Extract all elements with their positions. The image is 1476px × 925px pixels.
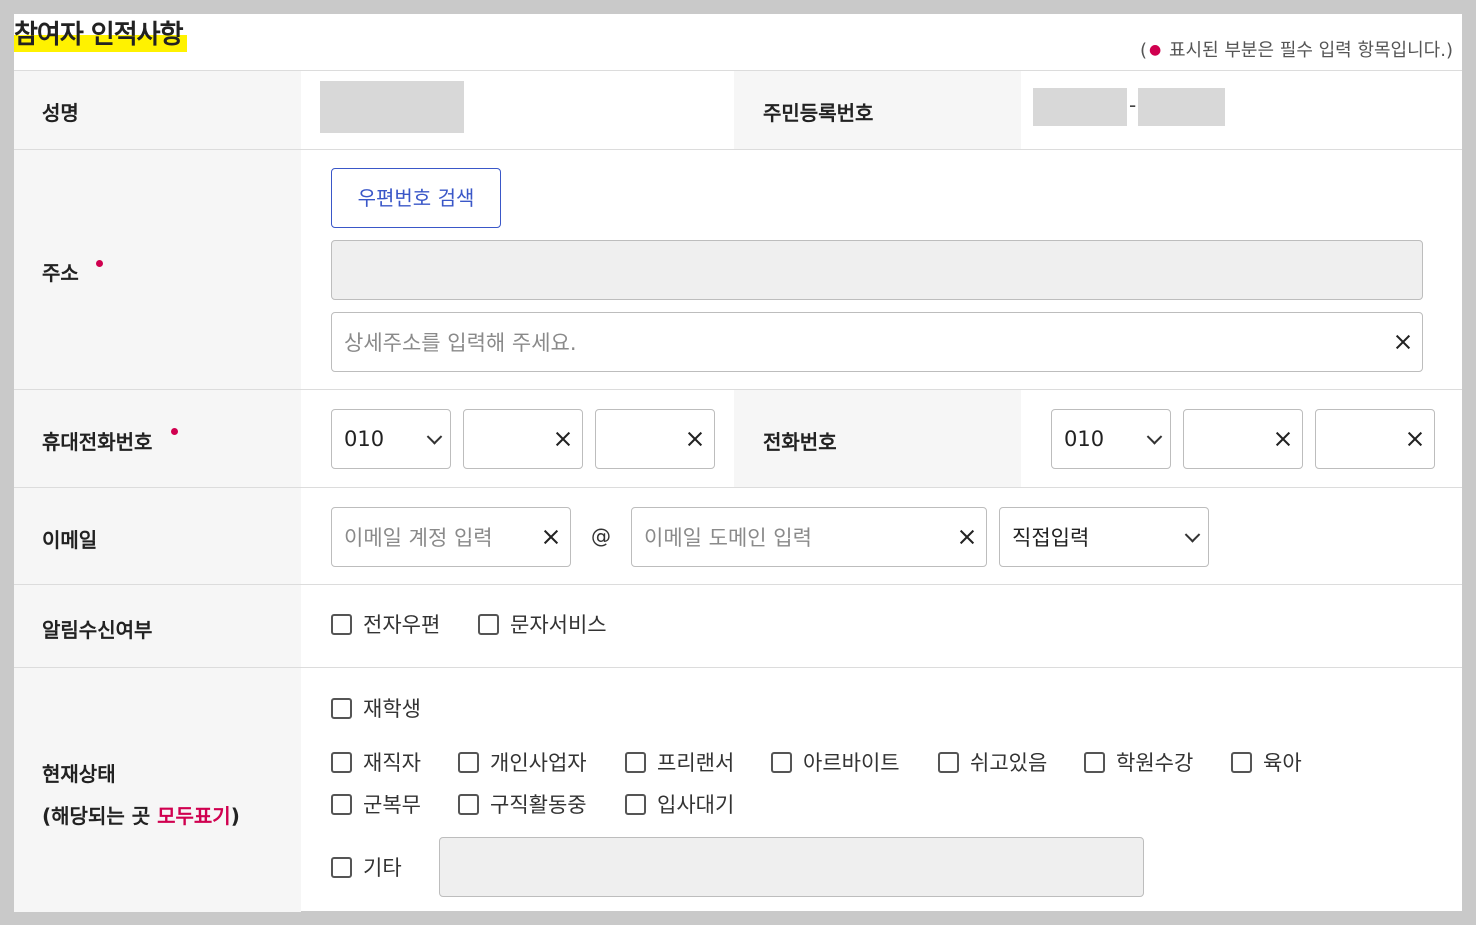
status-sublabel-emphasis: 모두표기 [157,804,231,828]
phone-last-input[interactable] [1315,409,1435,469]
checkbox-icon[interactable] [331,793,352,815]
phone-label: 전화번호 [763,430,837,454]
clear-icon[interactable] [1408,432,1422,446]
status-sublabel: (해당되는 곳 모두표기) [42,804,240,828]
checkbox-employed[interactable]: 재직자 [331,749,421,775]
email-at-sign: @ [591,524,611,548]
checkbox-student[interactable]: 재학생 [331,695,421,721]
name-label: 성명 [42,101,79,125]
checkbox-icon[interactable] [771,751,792,773]
checkbox-other[interactable]: 기타 [331,854,402,880]
rrn-label: 주민등록번호 [763,101,874,125]
required-note: (● 표시된 부분은 필수 입력 항목입니다.) [1139,40,1453,61]
checkbox-icon[interactable] [458,751,479,773]
checkbox-academy[interactable]: 학원수강 [1084,749,1193,775]
chevron-down-icon [1184,527,1201,543]
checkbox-sms-notify[interactable]: 문자서비스 [478,611,607,637]
required-dot-icon: ● [1149,42,1162,58]
mobile-row: 휴대전화번호 010 전화번호 010 [14,389,1462,488]
checkbox-icon[interactable] [331,751,352,773]
name-label-cell: 성명 [14,71,301,150]
chevron-down-icon [426,429,443,445]
checkbox-email-notify[interactable]: 전자우편 [331,611,440,637]
checkbox-military[interactable]: 군복무 [331,791,421,817]
mobile-label-cell: 휴대전화번호 [14,390,301,488]
checkbox-icon[interactable] [331,697,352,719]
checkbox-self-employed[interactable]: 개인사업자 [458,749,587,775]
checkbox-icon[interactable] [1084,751,1105,773]
clear-icon[interactable] [960,530,974,544]
name-value-redacted [320,81,464,133]
status-row: 현재상태 (해당되는 곳 모두표기) 재학생 재직자 개인사업자 프리랜서 아르… [14,667,1462,912]
required-dot-icon [96,260,103,267]
zip-search-button[interactable]: 우편번호 검색 [331,168,501,228]
checkbox-icon[interactable] [625,793,646,815]
address-main-field [331,240,1423,300]
checkbox-awaiting-start[interactable]: 입사대기 [625,791,734,817]
rrn-front-redacted [1033,88,1127,126]
clear-icon[interactable] [1276,432,1290,446]
notify-label-cell: 알림수신여부 [14,585,301,668]
rrn-back-redacted [1138,88,1225,126]
clear-icon[interactable] [688,432,702,446]
other-status-input[interactable] [439,837,1144,897]
checkbox-icon[interactable] [458,793,479,815]
mobile-last-input[interactable] [595,409,715,469]
email-label: 이메일 [42,528,98,552]
email-row: 이메일 이메일 계정 입력 @ 이메일 도메인 입력 직접입력 [14,487,1462,585]
clear-icon[interactable] [544,530,558,544]
required-dot-icon [171,428,178,435]
checkbox-resting[interactable]: 쉬고있음 [938,749,1047,775]
phone-label-cell: 전화번호 [734,390,1021,488]
chevron-down-icon [1146,429,1163,445]
email-account-input[interactable]: 이메일 계정 입력 [331,507,571,567]
status-label: 현재상태 [42,762,116,786]
clear-icon[interactable] [1396,335,1410,349]
address-label: 주소 [42,261,79,285]
checkbox-icon[interactable] [478,613,499,635]
checkbox-icon[interactable] [331,613,352,635]
checkbox-icon[interactable] [938,751,959,773]
notify-row: 알림수신여부 전자우편 문자서비스 [14,584,1462,668]
checkbox-freelancer[interactable]: 프리랜서 [625,749,734,775]
address-row: 주소 우편번호 검색 상세주소를 입력해 주세요. [14,149,1462,390]
rrn-separator: - [1129,93,1137,117]
checkbox-icon[interactable] [331,856,352,878]
email-domain-select[interactable]: 직접입력 [999,507,1209,567]
rrn-label-cell: 주민등록번호 [734,71,1021,150]
page-title: 참여자 인적사항 [14,18,187,52]
checkbox-job-seeking[interactable]: 구직활동중 [458,791,587,817]
mobile-label: 휴대전화번호 [42,430,153,454]
phone-prefix-select[interactable]: 010 [1051,409,1171,469]
mobile-middle-input[interactable] [463,409,583,469]
address-label-cell: 주소 [14,150,301,390]
email-domain-input[interactable]: 이메일 도메인 입력 [631,507,987,567]
address-detail-input[interactable]: 상세주소를 입력해 주세요. [331,312,1423,372]
checkbox-icon[interactable] [625,751,646,773]
phone-middle-input[interactable] [1183,409,1303,469]
form-sheet: 참여자 인적사항 (● 표시된 부분은 필수 입력 항목입니다.) 성명 주민등… [14,14,1462,912]
mobile-prefix-select[interactable]: 010 [331,409,451,469]
checkbox-childcare[interactable]: 육아 [1231,749,1302,775]
checkbox-part-time[interactable]: 아르바이트 [771,749,900,775]
checkbox-icon[interactable] [1231,751,1252,773]
name-row: 성명 주민등록번호 - [14,70,1462,150]
notify-label: 알림수신여부 [42,618,153,642]
email-label-cell: 이메일 [14,488,301,585]
status-label-cell: 현재상태 (해당되는 곳 모두표기) [14,668,301,912]
clear-icon[interactable] [556,432,570,446]
